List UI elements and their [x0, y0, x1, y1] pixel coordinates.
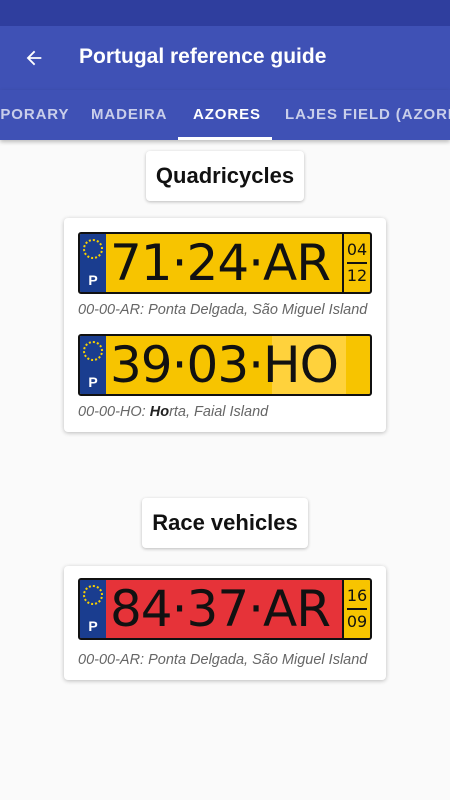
license-plate: P 71·24·AR 04 12: [78, 232, 372, 294]
tab-madeira[interactable]: MADEIRA: [91, 90, 167, 140]
plate-date: 16 09: [342, 580, 370, 638]
plate-caption: 00-00-HO: Horta, Faial Island: [78, 404, 269, 420]
section-header: Race vehicles: [142, 498, 308, 548]
country-code: P: [88, 272, 98, 288]
eu-stars-icon: [83, 239, 103, 259]
eu-flag: P: [80, 580, 106, 638]
tab-bar: TEMPORARY MADEIRA AZORES LAJES FIELD (AZ…: [0, 90, 450, 140]
section-title: Quadricycles: [155, 163, 295, 188]
plate-date-bottom: 09: [346, 612, 368, 631]
page-title: Portugal reference guide: [79, 45, 327, 68]
tab-lajes-field[interactable]: LAJES FIELD (AZORES): [285, 90, 450, 140]
plate-caption: 00-00-AR: Ponta Delgada, São Miguel Isla…: [78, 652, 368, 668]
eu-stars-icon: [83, 585, 103, 605]
tab-azores[interactable]: AZORES: [193, 90, 261, 140]
license-plate: P 84·37·AR 16 09: [78, 578, 372, 640]
plate-card: P 71·24·AR 04 12 00-00-AR: Ponta Delgada…: [64, 218, 386, 432]
country-code: P: [88, 374, 98, 390]
plate-date-bottom: 12: [346, 266, 368, 285]
section-header: Quadricycles: [146, 151, 304, 201]
eu-stars-icon: [83, 341, 103, 361]
tab-temporary[interactable]: TEMPORARY: [0, 90, 69, 140]
plate-date-top: 04: [346, 240, 368, 259]
app-bar: Portugal reference guide: [0, 26, 450, 90]
plate-number: 84·37·AR: [110, 580, 331, 638]
back-button[interactable]: [14, 38, 54, 78]
plate-date-top: 16: [346, 586, 368, 605]
tab-indicator: [178, 137, 272, 140]
country-code: P: [88, 618, 98, 634]
status-bar: [0, 0, 450, 26]
plate-card: P 84·37·AR 16 09 00-00-AR: Ponta Delgada…: [64, 566, 386, 680]
plate-number: 39·03·HO: [110, 336, 339, 394]
license-plate: P 39·03·HO: [78, 334, 372, 396]
plate-caption: 00-00-AR: Ponta Delgada, São Miguel Isla…: [78, 302, 368, 318]
eu-flag: P: [80, 234, 106, 292]
plate-date: 04 12: [342, 234, 370, 292]
arrow-left-icon: [26, 50, 42, 66]
eu-flag: P: [80, 336, 106, 394]
plate-number: 71·24·AR: [110, 234, 331, 292]
section-title: Race vehicles: [152, 510, 298, 535]
